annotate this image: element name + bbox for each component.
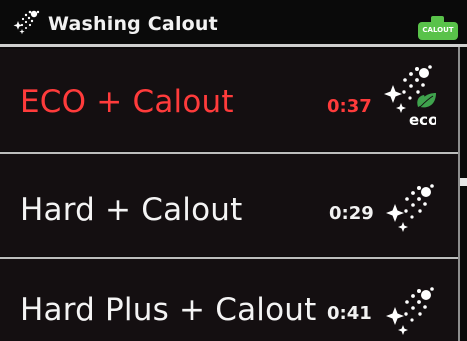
scrollbar-track[interactable] <box>458 47 467 341</box>
program-duration: 0:37 <box>327 96 372 117</box>
dishwasher-display: Washing Calout CALOUT ECO + Calout 0:37 <box>0 0 467 341</box>
page-title: Washing Calout <box>48 13 218 35</box>
program-label: ECO + Calout <box>20 84 234 120</box>
dishwasher-spray-icon <box>13 10 40 35</box>
spray-icon <box>386 287 434 335</box>
header-bar: Washing Calout CALOUT <box>0 0 467 44</box>
program-label: Hard + Calout <box>20 192 243 228</box>
calout-bottle-icon: CALOUT <box>418 16 458 40</box>
program-row-hard-plus[interactable]: Hard Plus + Calout 0:41 <box>0 259 458 341</box>
program-duration: 0:41 <box>327 303 372 324</box>
eco-badge-label: eco <box>409 111 436 127</box>
program-label: Hard Plus + Calout <box>20 292 317 328</box>
program-row-eco[interactable]: ECO + Calout 0:37 eco <box>0 49 458 151</box>
header-divider <box>0 44 467 47</box>
program-row-hard[interactable]: Hard + Calout 0:29 <box>0 154 458 256</box>
spray-icon <box>386 184 434 232</box>
calout-badge-label: CALOUT <box>422 26 454 34</box>
eco-spray-icon: eco <box>384 65 436 127</box>
scrollbar-thumb[interactable] <box>460 178 467 186</box>
program-duration: 0:29 <box>329 203 374 224</box>
